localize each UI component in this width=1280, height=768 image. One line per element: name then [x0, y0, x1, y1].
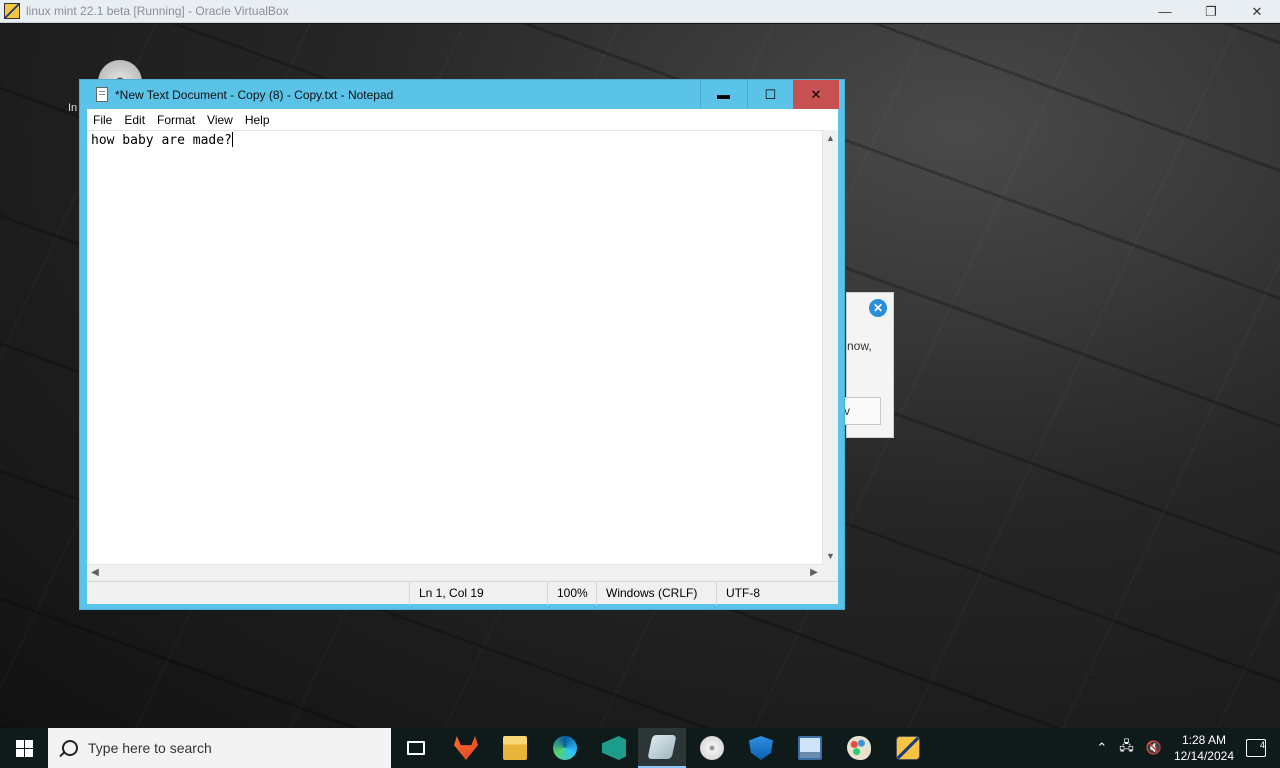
chevron-up-icon[interactable]: ⌃ [1096, 740, 1107, 756]
file-explorer-icon[interactable] [491, 728, 539, 768]
text-caret [231, 132, 233, 147]
notification-center-icon[interactable]: 4 [1246, 739, 1266, 757]
clock-date: 12/14/2024 [1173, 749, 1234, 763]
scrollbar-corner [822, 564, 838, 581]
notepad-status-bar: Ln 1, Col 19 100% Windows (CRLF) UTF-8 [87, 581, 838, 605]
horizontal-scrollbar[interactable]: ◀ ▶ [87, 564, 822, 581]
virtualbox-title-bar: linux mint 22.1 beta [Running] - Oracle … [0, 0, 1280, 23]
taskbar-search-box[interactable]: Type here to search [48, 728, 391, 768]
scroll-down-arrow-icon[interactable]: ▼ [823, 548, 838, 564]
text-line: how baby are made? [91, 133, 232, 148]
scroll-left-arrow-icon[interactable]: ◀ [87, 565, 103, 581]
virtualbox-restore-button[interactable]: ❐ [1188, 0, 1234, 23]
status-line-ending: Windows (CRLF) [596, 582, 697, 605]
notepad-window: *New Text Document - Copy (8) - Copy.txt… [79, 79, 845, 610]
clock-time: 1:28 AM [1181, 733, 1226, 747]
menu-help[interactable]: Help [239, 113, 276, 127]
search-placeholder: Type here to search [88, 740, 212, 756]
gitlab-icon[interactable] [442, 728, 490, 768]
virtualbox-app-icon [4, 3, 20, 19]
dialog-button[interactable]: v [843, 397, 881, 425]
menu-edit[interactable]: Edit [118, 113, 151, 127]
start-button[interactable] [0, 728, 48, 768]
status-encoding: UTF-8 [716, 582, 760, 605]
menu-file[interactable]: File [87, 113, 118, 127]
volume-muted-icon[interactable]: 🔇 [1146, 740, 1162, 756]
taskbar-clock[interactable]: 1:28 AM 12/14/2024 [1174, 732, 1234, 764]
notepad-close-button[interactable]: ✕ [793, 80, 839, 109]
notepad-minimize-button[interactable]: ▬ [700, 80, 746, 109]
vertical-scrollbar[interactable]: ▲ ▼ [822, 130, 838, 564]
virtualbox-minimize-button[interactable]: — [1142, 0, 1188, 23]
dialog-close-icon[interactable]: ✕ [869, 299, 887, 317]
paint-icon[interactable] [835, 728, 883, 768]
virtualbox-icon[interactable] [884, 728, 932, 768]
menu-view[interactable]: View [201, 113, 239, 127]
notepad-document-icon [96, 87, 108, 102]
virtualbox-close-button[interactable]: ✕ [1234, 0, 1280, 23]
notepad-title-bar[interactable]: *New Text Document - Copy (8) - Copy.txt… [80, 80, 844, 109]
remote-desktop-icon[interactable] [786, 728, 834, 768]
windows-logo-icon [15, 739, 33, 757]
notepad-text-area[interactable]: how baby are made? [87, 130, 838, 564]
visual-studio-icon[interactable] [590, 728, 638, 768]
status-zoom-level: 100% [547, 582, 588, 605]
notepad-window-title: *New Text Document - Copy (8) - Copy.txt… [115, 87, 394, 102]
virtualbox-vm-icon[interactable] [638, 728, 686, 768]
dialog-text-snippet: now, [847, 339, 872, 353]
task-view-icon[interactable] [392, 728, 440, 768]
notepad-maximize-button[interactable]: ☐ [747, 80, 793, 109]
notepad-text-content[interactable]: how baby are made? [91, 132, 233, 148]
status-cursor-position: Ln 1, Col 19 [409, 582, 484, 605]
notepad-menu-bar: File Edit Format View Help [87, 109, 838, 130]
scroll-right-arrow-icon[interactable]: ▶ [806, 565, 822, 581]
windows-security-icon[interactable] [737, 728, 785, 768]
network-icon[interactable]: 🖧 [1119, 737, 1134, 759]
scroll-up-arrow-icon[interactable]: ▲ [823, 130, 838, 146]
notification-count-badge: 4 [1259, 740, 1265, 750]
background-dialog: ✕ now, v [843, 292, 894, 438]
disc-icon[interactable] [688, 728, 736, 768]
desktop-icon-label: In [68, 102, 78, 114]
search-icon [62, 740, 78, 756]
edge-icon[interactable] [541, 728, 589, 768]
menu-format[interactable]: Format [151, 113, 201, 127]
virtualbox-window-title: linux mint 22.1 beta [Running] - Oracle … [26, 4, 289, 18]
system-tray: ⌃ 🖧 🔇 1:28 AM 12/14/2024 4 [1090, 728, 1280, 768]
